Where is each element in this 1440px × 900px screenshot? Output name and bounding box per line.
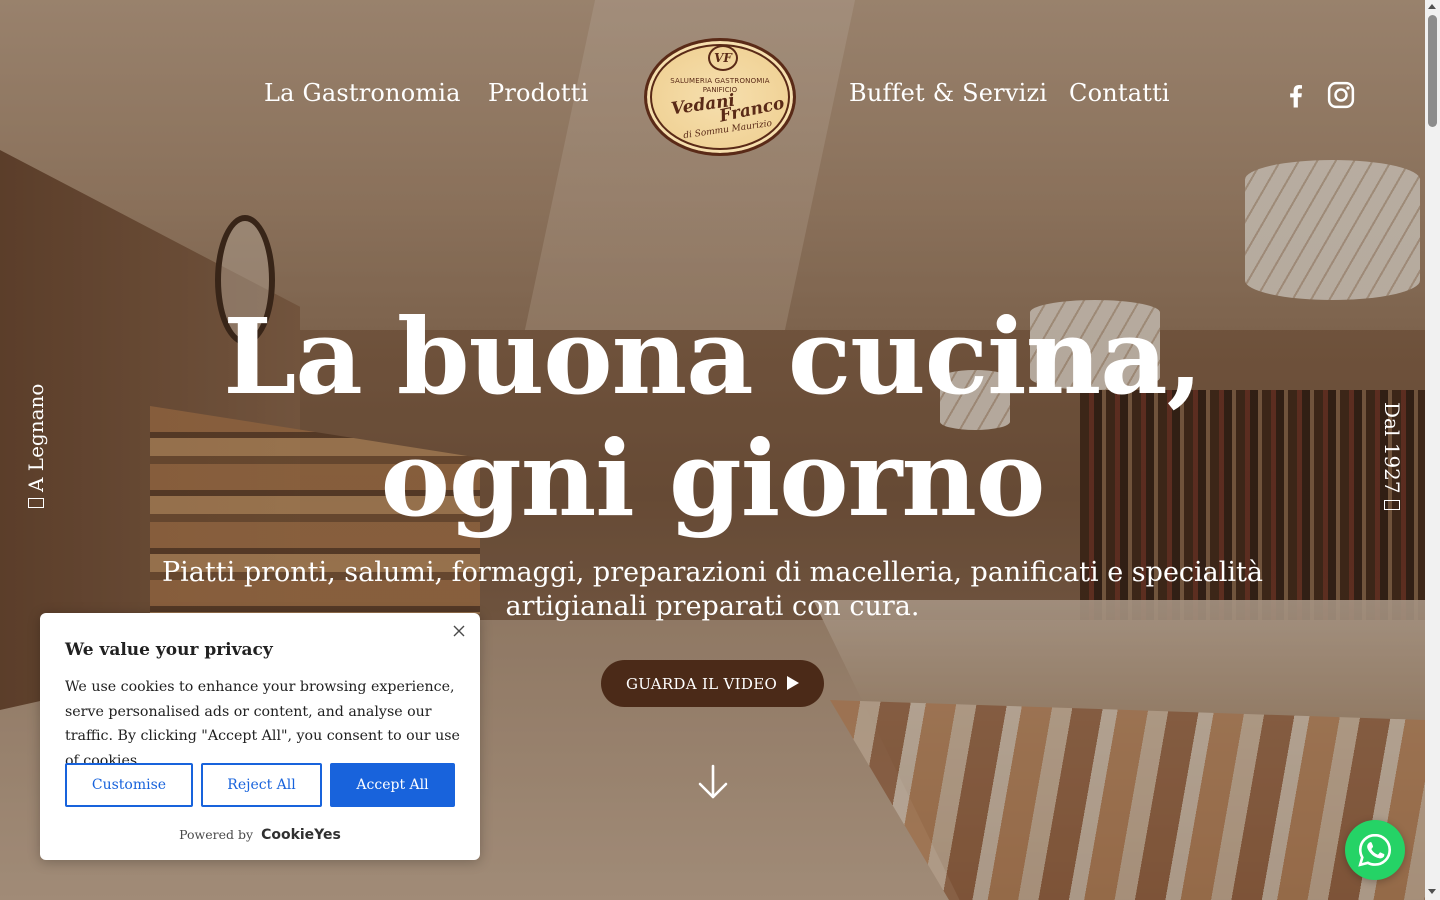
cookie-consent-banner: We value your privacy We use cookies to … bbox=[40, 613, 480, 860]
side-label-since-text: Dal 1927 bbox=[1380, 402, 1404, 494]
play-icon bbox=[787, 676, 800, 690]
facebook-icon[interactable] bbox=[1281, 80, 1311, 110]
whatsapp-button[interactable] bbox=[1345, 820, 1405, 880]
scroll-up-icon[interactable] bbox=[1428, 4, 1436, 9]
arrow-down-icon[interactable] bbox=[697, 764, 729, 800]
side-label-location-text: A Legnano bbox=[24, 383, 48, 492]
accept-all-button[interactable]: Accept All bbox=[330, 763, 455, 807]
watch-video-label: GUARDA IL VIDEO bbox=[625, 674, 778, 693]
scrollbar-thumb[interactable] bbox=[1428, 15, 1437, 127]
page-scrollbar[interactable] bbox=[1425, 0, 1440, 900]
site-logo[interactable]: VF SALUMERIA GASTRONOMIA PANIFICIO Vedan… bbox=[644, 38, 796, 156]
nav-link-buffet-servizi[interactable]: Buffet & Servizi bbox=[849, 79, 1047, 107]
cookie-description: We use cookies to enhance your browsing … bbox=[65, 679, 460, 769]
cookieyes-logo[interactable]: CookieYes bbox=[261, 827, 341, 843]
customise-button[interactable]: Customise bbox=[65, 763, 193, 807]
logo-monogram: VF bbox=[708, 45, 738, 71]
nav-link-prodotti[interactable]: Prodotti bbox=[488, 79, 588, 107]
cookie-title: We value your privacy bbox=[65, 640, 273, 660]
close-icon[interactable] bbox=[452, 623, 466, 637]
instagram-icon[interactable] bbox=[1326, 80, 1356, 110]
missing-glyph-icon bbox=[1384, 499, 1400, 510]
side-label-location: A Legnano bbox=[24, 384, 48, 508]
scroll-down-icon[interactable] bbox=[1428, 889, 1436, 894]
side-label-since: Dal 1927 bbox=[1380, 402, 1404, 510]
missing-glyph-icon bbox=[28, 498, 44, 508]
nav-link-gastronomia[interactable]: La Gastronomia bbox=[264, 79, 461, 107]
whatsapp-icon bbox=[1358, 833, 1392, 867]
logo-line-1: SALUMERIA GASTRONOMIA bbox=[670, 77, 770, 85]
hero-title: La buona cucina, ogni giorno bbox=[223, 295, 1203, 540]
cookie-powered-by: Powered by CookieYes bbox=[40, 827, 480, 843]
nav-link-contatti[interactable]: Contatti bbox=[1069, 79, 1170, 107]
reject-all-button[interactable]: Reject All bbox=[201, 763, 322, 807]
powered-by-label: Powered by bbox=[179, 827, 254, 842]
watch-video-button[interactable]: GUARDA IL VIDEO bbox=[601, 660, 824, 707]
